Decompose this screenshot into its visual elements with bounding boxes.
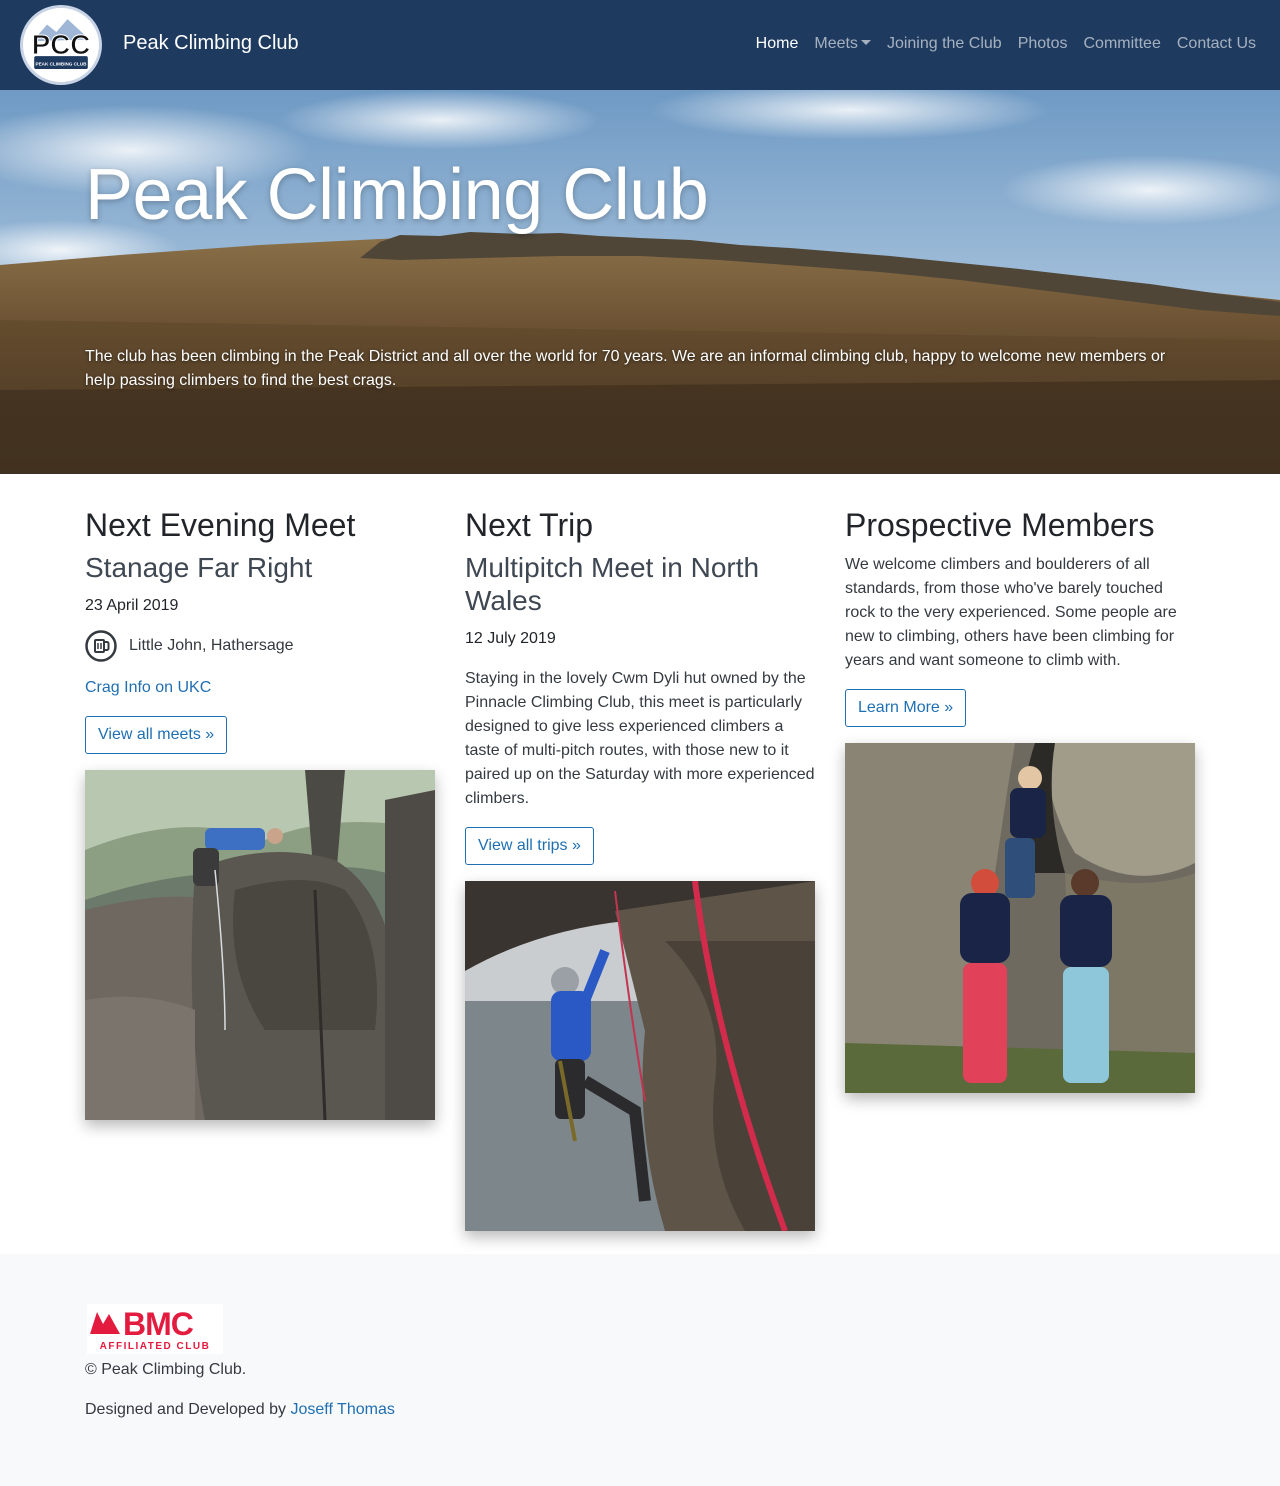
credit-prefix: Designed and Developed by [85, 1401, 291, 1418]
evening-meet-venue: Little John, Hathersage [85, 630, 435, 662]
nav-meets-label: Meets [814, 35, 858, 52]
venue-name: Little John, Hathersage [129, 637, 294, 654]
hero-banner: Peak Climbing Club The club has been cli… [0, 90, 1280, 474]
evening-meet-photo [85, 770, 435, 1120]
learn-more-button[interactable]: Learn More » [845, 689, 967, 727]
pint-glass-icon [85, 630, 117, 662]
nav-home[interactable]: Home [756, 33, 799, 55]
bouldering-group-image [845, 743, 1195, 1093]
prospective-members-photo [845, 743, 1195, 1093]
nav-committee[interactable]: Committee [1084, 33, 1161, 55]
prospective-members-description: We welcome climbers and boulderers of al… [845, 556, 1177, 669]
next-trip-photo [465, 881, 815, 1231]
nav-meets-dropdown[interactable]: Meets [814, 33, 871, 55]
nav-photos[interactable]: Photos [1018, 33, 1068, 55]
hero-intro-text: The club has been climbing in the Peak D… [85, 348, 1166, 389]
svg-text:AFFILIATED CLUB: AFFILIATED CLUB [100, 1341, 211, 1352]
club-logo-icon: PCC PEAK CLIMBING CLUB [24, 8, 98, 82]
next-trip-date: 12 July 2019 [465, 630, 556, 647]
hero-title: Peak Climbing Club [85, 155, 709, 235]
prospective-members-heading: Prospective Members [845, 507, 1155, 543]
next-trip-name: Multipitch Meet in North Wales [465, 552, 760, 616]
evening-meet-section: Next Evening Meet Stanage Far Right 23 A… [85, 505, 435, 1120]
navbar: PCC PEAK CLIMBING CLUB Peak Climbing Clu… [0, 0, 1280, 90]
bmc-affiliated-club-logo[interactable]: BMC AFFILIATED CLUB [87, 1304, 223, 1354]
svg-text:PCC: PCC [32, 29, 91, 60]
chevron-down-icon [860, 39, 871, 45]
prospective-members-section: Prospective Members We welcome climbers … [845, 505, 1195, 1093]
evening-meet-heading: Next Evening Meet [85, 507, 356, 543]
next-trip-section: Next Trip Multipitch Meet in North Wales… [465, 505, 815, 1231]
hero-landscape-image [0, 90, 1280, 474]
view-all-trips-button[interactable]: View all trips » [465, 827, 594, 865]
copyright-text: © Peak Climbing Club. [85, 1361, 247, 1378]
view-all-meets-button[interactable]: View all meets » [85, 716, 228, 754]
developer-link[interactable]: Joseff Thomas [290, 1401, 394, 1418]
sea-cliff-climber-image [465, 881, 815, 1231]
club-logo[interactable]: PCC PEAK CLIMBING CLUB [20, 5, 102, 85]
main-nav: Home Meets Joining the Club Photos Commi… [756, 33, 1256, 55]
navbar-brand[interactable]: Peak Climbing Club [123, 31, 299, 55]
developer-credit: Designed and Developed by Joseff Thomas [85, 1398, 395, 1422]
gritstone-climber-image [85, 770, 435, 1120]
svg-text:BMC: BMC [123, 1306, 194, 1342]
next-trip-heading: Next Trip [465, 507, 594, 543]
nav-joining[interactable]: Joining the Club [887, 33, 1002, 55]
evening-meet-name: Stanage Far Right [85, 552, 313, 583]
nav-contact[interactable]: Contact Us [1177, 33, 1256, 55]
footer: BMC AFFILIATED CLUB © Peak Climbing Club… [0, 1254, 1280, 1486]
svg-text:PEAK CLIMBING CLUB: PEAK CLIMBING CLUB [36, 61, 88, 66]
crag-info-link[interactable]: Crag Info on UKC [85, 676, 435, 700]
next-trip-description: Staying in the lovely Cwm Dyli hut owned… [465, 670, 815, 807]
evening-meet-date: 23 April 2019 [85, 597, 179, 614]
